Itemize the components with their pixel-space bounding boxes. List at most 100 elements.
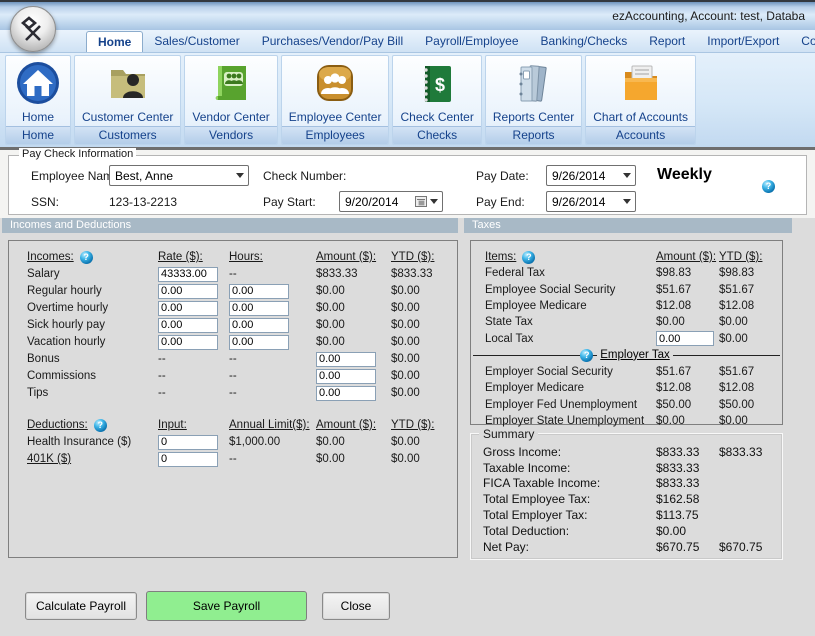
rate-header: Rate ($): <box>158 251 229 263</box>
vendor-center-icon <box>206 58 256 108</box>
toolbar-group-label: Checks <box>393 126 480 144</box>
vacation-rate-input[interactable] <box>158 335 218 350</box>
ytd-header: YTD ($): <box>391 419 457 431</box>
taxes-section-header: Taxes <box>464 218 792 233</box>
calendar-icon <box>415 196 427 207</box>
income-row-commissions: Commissions -- -- $0.00 <box>9 368 457 384</box>
amount-header: Amount ($): <box>316 251 391 263</box>
summary-row-gross-income: Gross Income: $833.33 $833.33 <box>471 444 782 460</box>
window-title: ezAccounting, Account: test, Databa <box>612 9 805 23</box>
toolbar-button-label: Check Center <box>400 108 473 125</box>
help-icon[interactable] <box>94 419 107 432</box>
home-icon <box>13 58 63 108</box>
vacation-hours-input[interactable] <box>229 335 289 350</box>
tax-row-employee-social-security: Employee Social Security $51.67 $51.67 <box>471 282 782 298</box>
sick-hours-input[interactable] <box>229 318 289 333</box>
deduction-row-health-insurance: Health Insurance ($) $1,000.00 $0.00 $0.… <box>9 434 457 450</box>
help-icon[interactable] <box>762 180 775 193</box>
home-button[interactable]: Home Home <box>5 55 71 145</box>
title-bar: ezAccounting, Account: test, Databa <box>0 0 815 30</box>
commissions-amount-input[interactable] <box>316 369 376 384</box>
incomes-deductions-panel: Incomes: Rate ($): Hours: Amount ($): YT… <box>8 240 458 558</box>
toolbar-group-label: Employees <box>282 126 389 144</box>
regular-hours-input[interactable] <box>229 284 289 299</box>
vendor-center-button[interactable]: Vendor Center Vendors <box>184 55 277 145</box>
toolbar-button-label: Chart of Accounts <box>593 108 688 125</box>
chevron-down-icon <box>430 199 438 204</box>
overtime-hours-input[interactable] <box>229 301 289 316</box>
income-row-sick-hourly: Sick hourly pay $0.00 $0.00 <box>9 317 457 333</box>
help-icon[interactable] <box>80 251 93 264</box>
toolbar-group-label: Reports <box>486 126 581 144</box>
tax-row-local: Local Tax $0.00 <box>471 330 782 346</box>
tab-purchases-vendor-pay-bill[interactable]: Purchases/Vendor/Pay Bill <box>251 31 414 52</box>
tax-row-employer-social-security: Employer Social Security $51.67 $51.67 <box>471 364 782 380</box>
tab-sales-customer[interactable]: Sales/Customer <box>143 31 250 52</box>
income-row-salary: Salary -- $833.33 $833.33 <box>9 266 457 282</box>
toolbar-button-label: Home <box>22 108 54 125</box>
toolbar-group-label: Accounts <box>586 126 695 144</box>
hours-header: Hours: <box>229 251 316 263</box>
pay-date-select[interactable]: 9/26/2014 <box>546 165 636 186</box>
ribbon-toolbar: Home Home Customer Center Customers <box>0 53 815 147</box>
employee-name-select[interactable]: Best, Anne <box>109 165 249 186</box>
check-center-button[interactable]: $ Check Center Checks <box>392 55 481 145</box>
customer-center-button[interactable]: Customer Center Customers <box>74 55 181 145</box>
401k-link[interactable]: 401K ($) <box>27 453 158 465</box>
pay-end-label: Pay End: <box>476 195 525 209</box>
overtime-rate-input[interactable] <box>158 301 218 316</box>
help-icon[interactable] <box>580 349 593 362</box>
tips-amount-input[interactable] <box>316 386 376 401</box>
deductions-header-row: Deductions: Input: Annual Limit($): Amou… <box>9 417 457 433</box>
help-icon[interactable] <box>522 251 535 264</box>
taxes-header-row: Items: Amount ($): YTD ($): <box>471 249 782 265</box>
tab-home[interactable]: Home <box>86 31 143 52</box>
tab-banking-checks[interactable]: Banking/Checks <box>530 31 639 52</box>
health-insurance-input[interactable] <box>158 435 218 450</box>
close-button[interactable]: Close <box>322 592 390 620</box>
summary-group: Summary Gross Income: $833.33 $833.33 Ta… <box>470 433 783 560</box>
app-logo-orb[interactable] <box>10 6 56 52</box>
chart-of-accounts-button[interactable]: Chart of Accounts Accounts <box>585 55 696 145</box>
amount-header: Amount ($): <box>656 251 719 263</box>
menu-bar: Home Sales/Customer Purchases/Vendor/Pay… <box>0 30 815 53</box>
ez-logo-icon <box>16 12 50 46</box>
employee-center-icon <box>310 58 360 108</box>
pay-end-select[interactable]: 9/26/2014 <box>546 191 636 212</box>
pay-start-datepicker[interactable]: 9/20/2014 <box>339 191 443 212</box>
income-row-bonus: Bonus -- -- $0.00 <box>9 351 457 367</box>
input-header: Input: <box>158 419 229 431</box>
save-payroll-button[interactable]: Save Payroll <box>146 591 307 621</box>
tab-payroll-employee[interactable]: Payroll/Employee <box>414 31 529 52</box>
employee-center-button[interactable]: Employee Center Employees <box>281 55 390 145</box>
incomes-header: Incomes: <box>27 251 74 263</box>
svg-text:$: $ <box>435 75 445 95</box>
chevron-down-icon <box>618 166 635 185</box>
amount-header: Amount ($): <box>316 419 391 431</box>
bonus-amount-input[interactable] <box>316 352 376 367</box>
tax-row-employee-medicare: Employee Medicare $12.08 $12.08 <box>471 298 782 314</box>
income-row-overtime-hourly: Overtime hourly $0.00 $0.00 <box>9 300 457 316</box>
sick-rate-input[interactable] <box>158 318 218 333</box>
toolbar-group-label: Vendors <box>185 126 276 144</box>
tab-import-export[interactable]: Import/Export <box>696 31 790 52</box>
summary-row-total-deduction: Total Deduction: $0.00 <box>471 523 782 539</box>
toolbar-group-label: Customers <box>75 126 180 144</box>
reports-center-icon <box>509 58 559 108</box>
summary-title: Summary <box>479 427 538 441</box>
regular-rate-input[interactable] <box>158 284 218 299</box>
ssn-value: 123-13-2213 <box>109 195 177 209</box>
deductions-header: Deductions: <box>27 419 88 431</box>
401k-input[interactable] <box>158 452 218 467</box>
check-center-icon: $ <box>412 58 462 108</box>
paycheck-information-group: Pay Check Information Employee Name: Bes… <box>8 155 807 215</box>
income-row-regular-hourly: Regular hourly $0.00 $0.00 <box>9 283 457 299</box>
tab-company[interactable]: Company <box>790 31 815 52</box>
local-tax-input[interactable] <box>656 331 714 346</box>
items-header: Items: <box>485 251 516 263</box>
reports-center-button[interactable]: Reports Center Reports <box>485 55 582 145</box>
salary-rate-input[interactable] <box>158 267 218 282</box>
calculate-payroll-button[interactable]: Calculate Payroll <box>25 592 137 620</box>
tab-report[interactable]: Report <box>638 31 696 52</box>
ytd-header: YTD ($): <box>391 251 457 263</box>
